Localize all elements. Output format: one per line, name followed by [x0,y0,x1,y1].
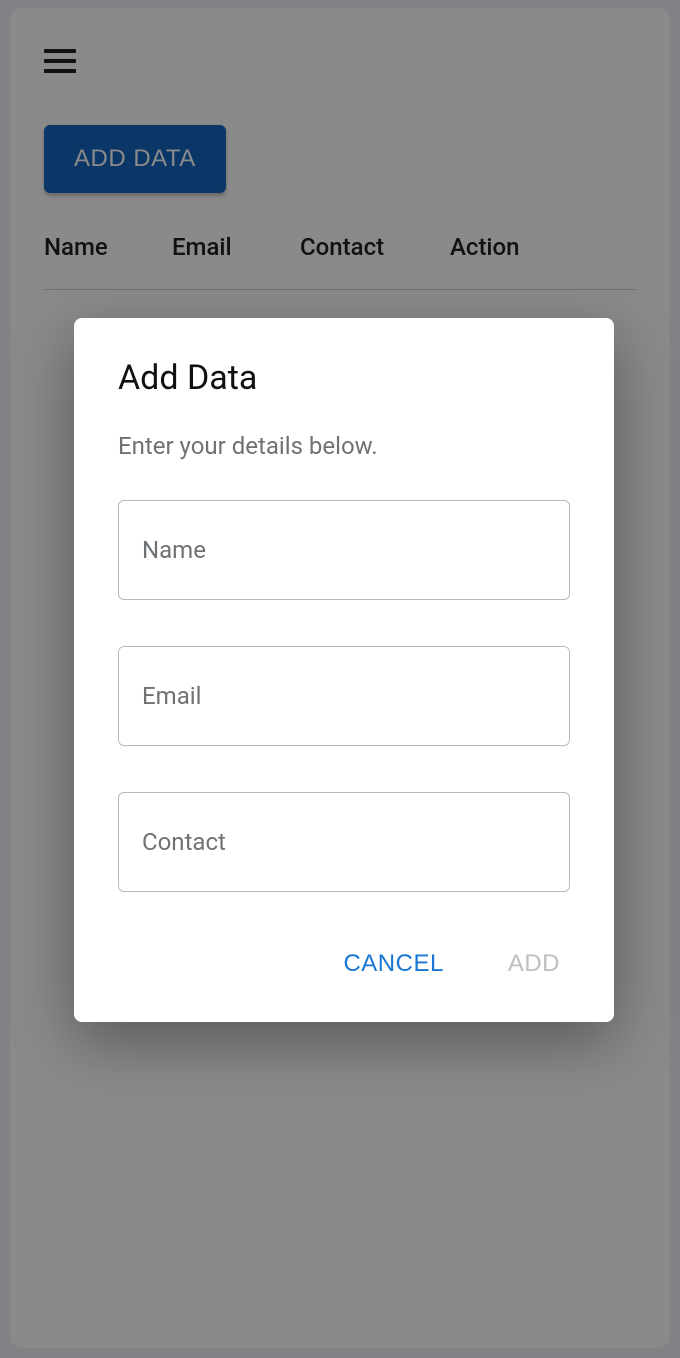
add-data-dialog: Add Data Enter your details below. Name … [74,318,614,1022]
name-field[interactable] [118,500,570,600]
cancel-button[interactable]: CANCEL [335,938,451,990]
email-field-wrapper: Email [118,646,570,746]
dialog-title: Add Data [118,358,570,398]
dialog-subtitle: Enter your details below. [118,432,570,460]
email-field[interactable] [118,646,570,746]
name-field-wrapper: Name [118,500,570,600]
contact-field-wrapper: Contact [118,792,570,892]
contact-field[interactable] [118,792,570,892]
dialog-actions: CANCEL ADD [118,938,570,998]
add-button[interactable]: ADD [500,938,568,990]
